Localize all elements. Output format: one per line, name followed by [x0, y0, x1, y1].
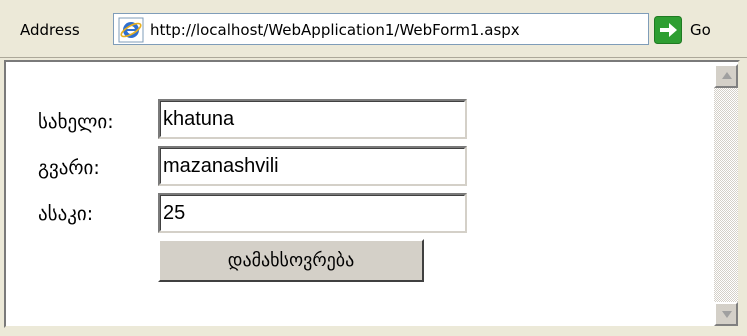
address-field[interactable]: http://localhost/WebApplication1/WebForm…	[113, 13, 649, 45]
toolbar-divider	[0, 57, 747, 58]
address-label: Address	[20, 21, 80, 39]
address-url[interactable]: http://localhost/WebApplication1/WebForm…	[150, 20, 520, 40]
age-label: ასაკი:	[38, 203, 94, 225]
ie-page-icon	[118, 17, 144, 43]
scroll-up-button[interactable]	[714, 64, 738, 88]
save-button[interactable]: დამახსოვრება	[158, 239, 424, 282]
vertical-scrollbar[interactable]	[714, 64, 738, 326]
last-name-input[interactable]: mazanashvili	[158, 146, 467, 186]
go-button-label[interactable]: Go	[690, 20, 711, 40]
age-input[interactable]: 25	[158, 193, 467, 233]
first-name-label: სახელი:	[38, 111, 114, 133]
first-name-value: khatuna	[163, 108, 235, 130]
last-name-value: mazanashvili	[163, 155, 279, 177]
chevron-down-icon	[722, 311, 732, 318]
age-value: 25	[163, 202, 186, 224]
last-name-label: გვარი:	[38, 157, 100, 179]
scroll-down-button[interactable]	[714, 302, 738, 326]
browser-viewport: სახელი: khatuna გვარი: mazanashvili ასაკ…	[4, 60, 740, 328]
address-bar: Address http://localhost/WebApplication1…	[0, 0, 747, 58]
page-content: სახელი: khatuna გვარი: mazanashvili ასაკ…	[8, 64, 714, 326]
first-name-input[interactable]: khatuna	[158, 99, 467, 139]
chevron-up-icon	[722, 72, 732, 79]
go-arrow-icon[interactable]	[654, 16, 682, 44]
